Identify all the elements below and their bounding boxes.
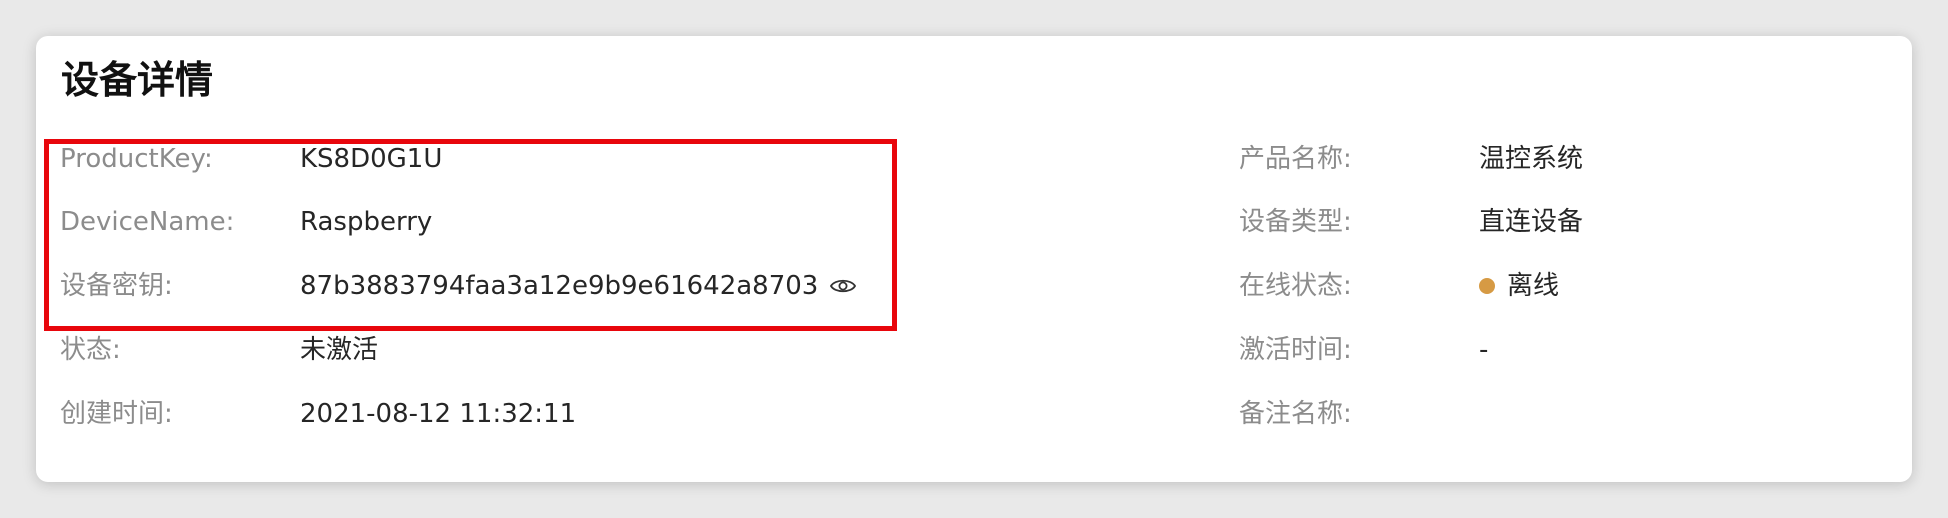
field-value: 2021-08-12 11:32:11: [300, 399, 577, 429]
field-created-time: 创建时间: 2021-08-12 11:32:11: [60, 394, 920, 434]
field-value: 温控系统: [1479, 144, 1584, 174]
field-label: 设备类型:: [1239, 207, 1352, 237]
field-product-name: 产品名称: 温控系统: [1239, 139, 1839, 179]
online-status-value: 离线: [1479, 273, 1559, 299]
field-label: 产品名称:: [1239, 144, 1352, 174]
field-online-status: 在线状态: 离线: [1239, 266, 1839, 306]
field-status: 状态: 未激活: [60, 330, 920, 370]
status-text: 离线: [1507, 271, 1560, 301]
field-product-key: ProductKey: KS8D0G1U: [60, 139, 920, 179]
field-label: 在线状态:: [1239, 271, 1352, 301]
field-label: 状态:: [60, 335, 121, 365]
field-label: 备注名称:: [1239, 399, 1352, 429]
field-device-name: DeviceName: Raspberry: [60, 202, 920, 242]
field-label: DeviceName:: [60, 207, 235, 237]
field-device-secret: 设备密钥: 87b3883794faa3a12e9b9e61642a8703: [60, 266, 920, 306]
status-dot-icon: [1479, 278, 1495, 294]
field-label: 创建时间:: [60, 399, 173, 429]
eye-icon[interactable]: [830, 276, 857, 296]
field-device-type: 设备类型: 直连设备: [1239, 202, 1839, 242]
card-title: 设备详情: [61, 58, 214, 102]
device-details-card: 设备详情 ProductKey: KS8D0G1U DeviceName: Ra…: [36, 36, 1912, 482]
field-value-with-icon: 87b3883794faa3a12e9b9e61642a8703: [300, 271, 857, 301]
field-value: KS8D0G1U: [300, 144, 443, 174]
field-remark-name: 备注名称:: [1239, 394, 1839, 434]
field-value: 直连设备: [1479, 207, 1584, 237]
field-value: 未激活: [300, 335, 379, 365]
device-secret-value: 87b3883794faa3a12e9b9e61642a8703: [300, 271, 819, 301]
field-label: 设备密钥:: [60, 271, 173, 301]
field-value: -: [1479, 335, 1489, 365]
field-label: ProductKey:: [60, 144, 213, 174]
field-value: Raspberry: [300, 207, 433, 237]
field-label: 激活时间:: [1239, 335, 1352, 365]
field-activated-time: 激活时间: -: [1239, 330, 1839, 370]
